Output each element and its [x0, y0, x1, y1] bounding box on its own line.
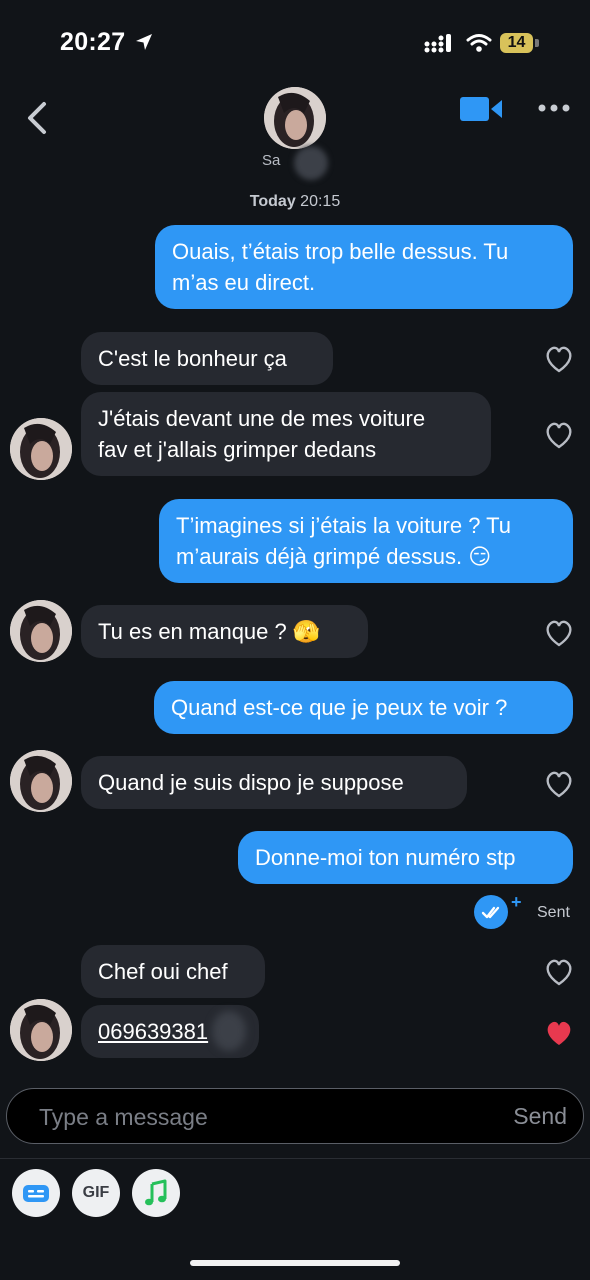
- heart-outline-icon[interactable]: [544, 958, 574, 986]
- message-composer: Send: [6, 1088, 584, 1144]
- outgoing-message[interactable]: T’imagines si j’étais la voiture ? Tu m’a…: [159, 499, 573, 583]
- contact-avatar[interactable]: [264, 87, 326, 149]
- incoming-message[interactable]: Tu es en manque ? 🫣: [81, 605, 368, 658]
- incoming-message[interactable]: J'étais devant une de mes voiture fav et …: [81, 392, 491, 476]
- contact-card-button[interactable]: [12, 1169, 60, 1217]
- status-time: 20:27: [60, 28, 126, 56]
- signal-icon: [424, 34, 451, 53]
- video-camera-icon[interactable]: [460, 95, 504, 123]
- heart-outline-icon[interactable]: [544, 770, 574, 798]
- incoming-message[interactable]: C'est le bonheur ça: [81, 332, 333, 385]
- battery-cap: [535, 39, 539, 47]
- battery-indicator: 14: [500, 33, 533, 53]
- gif-button[interactable]: GIF: [72, 1169, 120, 1217]
- heart-outline-icon[interactable]: [544, 421, 574, 449]
- date-separator: Today 20:15: [249, 193, 341, 210]
- heart-filled-icon[interactable]: [544, 1019, 574, 1047]
- outgoing-message[interactable]: Donne-moi ton numéro stp: [238, 831, 573, 884]
- outgoing-message[interactable]: Quand est-ce que je peux te voir ?: [154, 681, 573, 734]
- heart-outline-icon[interactable]: [544, 619, 574, 647]
- more-dots-icon[interactable]: [536, 100, 572, 116]
- wifi-icon: [466, 34, 492, 52]
- heart-outline-icon[interactable]: [544, 345, 574, 373]
- home-indicator: [190, 1260, 400, 1266]
- gif-label: GIF: [82, 1184, 110, 1201]
- sent-check-icon: [474, 895, 508, 929]
- music-note-icon: [145, 1179, 167, 1206]
- contact-avatar-small[interactable]: [10, 750, 72, 812]
- contact-card-icon: [23, 1185, 49, 1202]
- divider: [0, 1158, 590, 1159]
- back-chevron-icon[interactable]: [22, 98, 54, 138]
- plus-icon: +: [511, 892, 522, 912]
- contact-avatar-small[interactable]: [10, 418, 72, 480]
- contact-avatar-small[interactable]: [10, 600, 72, 662]
- incoming-message[interactable]: Chef oui chef: [81, 945, 265, 998]
- sent-status-label: Sent: [537, 904, 570, 921]
- location-arrow-icon: [136, 34, 152, 50]
- send-button[interactable]: Send: [513, 1103, 567, 1130]
- music-button[interactable]: [132, 1169, 180, 1217]
- message-input[interactable]: [37, 1103, 461, 1132]
- number-redaction-blur: [212, 1011, 246, 1051]
- incoming-message[interactable]: Quand je suis dispo je suppose: [81, 756, 467, 809]
- contact-avatar-small[interactable]: [10, 999, 72, 1061]
- outgoing-message[interactable]: Ouais, t’étais trop belle dessus. Tu m’as…: [155, 225, 573, 309]
- name-redaction-blur: [294, 146, 328, 180]
- contact-name[interactable]: Sa: [262, 152, 280, 169]
